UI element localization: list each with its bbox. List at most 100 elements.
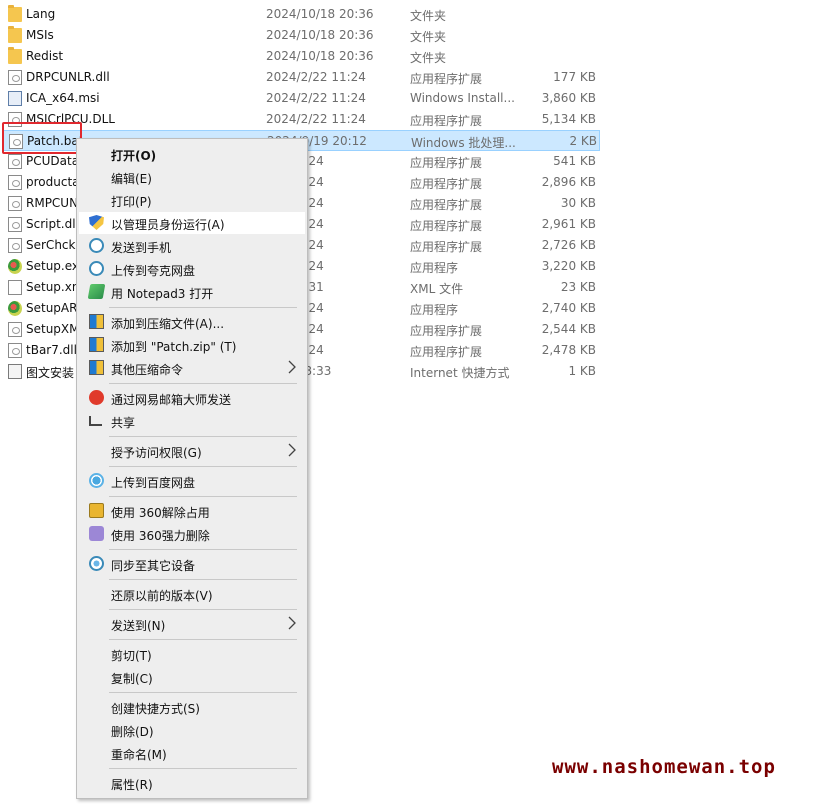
internet-shortcut-icon	[8, 364, 22, 379]
file-type: 应用程序扩展	[410, 114, 483, 128]
menu-send-to-phone[interactable]: 发送到手机	[79, 235, 305, 257]
file-size: 23 KB	[560, 280, 596, 294]
file-row-redist[interactable]: Redist 2024/10/18 20:36 文件夹	[3, 46, 600, 67]
file-name: SerChck	[26, 238, 76, 252]
menu-send-netease-mail[interactable]: 通过网易邮箱大师发送	[79, 387, 305, 409]
menu-upload-quark[interactable]: 上传到夸克网盘	[79, 258, 305, 280]
menu-add-to-archive[interactable]: 添加到压缩文件(A)...	[79, 311, 305, 333]
menu-properties[interactable]: 属性(R)	[79, 772, 305, 794]
dll-file-icon	[8, 154, 22, 169]
menu-label: 发送到手机	[111, 241, 172, 255]
file-row-lang[interactable]: Lang 2024/10/18 20:36 文件夹	[3, 4, 600, 25]
file-type: 应用程序	[410, 261, 459, 275]
menu-unlock-360[interactable]: 使用 360解除占用	[79, 500, 305, 522]
menu-copy[interactable]: 复制(C)	[79, 666, 305, 688]
menu-add-to-zip[interactable]: 添加到 "Patch.zip" (T)	[79, 334, 305, 356]
360-unlock-icon	[89, 503, 104, 518]
menu-print[interactable]: 打印(P)	[79, 189, 305, 211]
menu-upload-baidu[interactable]: 上传到百度网盘	[79, 470, 305, 492]
menu-separator	[109, 692, 297, 693]
menu-edit[interactable]: 编辑(E)	[79, 166, 305, 188]
menu-label: 编辑(E)	[111, 172, 152, 186]
file-date: 2024/2/22 11:24	[266, 70, 366, 84]
chevron-right-icon	[288, 443, 296, 457]
menu-label: 添加到 "Patch.zip" (T)	[111, 340, 237, 354]
exe-app-icon	[8, 301, 22, 316]
menu-label: 打开(O)	[111, 149, 157, 163]
dll-file-icon	[8, 175, 22, 190]
menu-rename[interactable]: 重命名(M)	[79, 742, 305, 764]
menu-delete[interactable]: 删除(D)	[79, 719, 305, 741]
menu-label: 其他压缩命令	[111, 363, 184, 377]
menu-force-delete-360[interactable]: 使用 360强力删除	[79, 523, 305, 545]
menu-label: 重命名(M)	[111, 748, 167, 762]
exe-app-icon	[8, 259, 22, 274]
msi-installer-icon	[8, 91, 22, 106]
sync-cloud-icon	[89, 556, 104, 571]
cloud-icon	[89, 238, 104, 253]
file-type: 文件夹	[410, 9, 447, 23]
dll-file-icon	[8, 238, 22, 253]
menu-label: 同步至其它设备	[111, 559, 196, 573]
menu-cut[interactable]: 剪切(T)	[79, 643, 305, 665]
file-type: 应用程序扩展	[410, 345, 483, 359]
file-size: 2,896 KB	[541, 175, 596, 189]
menu-label: 打印(P)	[111, 195, 152, 209]
menu-sync-devices[interactable]: 同步至其它设备	[79, 553, 305, 575]
winrar-icon	[89, 337, 104, 352]
menu-separator	[109, 579, 297, 580]
file-row-msicrlpcu[interactable]: MSICrlPCU.DLL 2024/2/22 11:24 应用程序扩展 5,1…	[3, 109, 600, 130]
menu-separator	[109, 549, 297, 550]
file-name: DRPCUNLR.dll	[26, 70, 110, 84]
360-shredder-icon	[89, 526, 104, 541]
file-type: 应用程序	[410, 303, 459, 317]
file-name: Lang	[26, 7, 56, 21]
menu-separator	[109, 383, 297, 384]
share-icon	[89, 416, 102, 426]
file-type: Windows 批处理...	[411, 136, 516, 150]
menu-label: 属性(R)	[111, 778, 153, 792]
menu-label: 添加到压缩文件(A)...	[111, 317, 225, 331]
menu-send-to[interactable]: 发送到(N)	[79, 613, 305, 635]
file-type: XML 文件	[410, 282, 464, 296]
menu-label: 创建快捷方式(S)	[111, 702, 200, 716]
file-name: producta	[26, 175, 80, 189]
menu-share[interactable]: 共享	[79, 410, 305, 432]
dll-file-icon	[8, 322, 22, 337]
winrar-icon	[89, 314, 104, 329]
menu-create-shortcut[interactable]: 创建快捷方式(S)	[79, 696, 305, 718]
notepad3-icon	[87, 284, 106, 299]
uac-shield-icon	[89, 215, 104, 230]
dll-file-icon	[8, 70, 22, 85]
menu-label: 用 Notepad3 打开	[111, 287, 214, 301]
file-size: 5,134 KB	[541, 112, 596, 126]
menu-other-compress[interactable]: 其他压缩命令	[79, 357, 305, 379]
file-size: 177 KB	[553, 70, 596, 84]
menu-open[interactable]: 打开(O)	[79, 143, 305, 165]
menu-label: 删除(D)	[111, 725, 154, 739]
file-name: PCUData	[26, 154, 80, 168]
file-row-drpcunlr[interactable]: DRPCUNLR.dll 2024/2/22 11:24 应用程序扩展 177 …	[3, 67, 600, 88]
menu-open-notepad3[interactable]: 用 Notepad3 打开	[79, 281, 305, 303]
file-name: SetupXM	[26, 322, 80, 336]
file-name: Script.dll	[26, 217, 79, 231]
menu-label: 授予访问权限(G)	[111, 446, 202, 460]
file-type: 应用程序扩展	[410, 156, 483, 170]
file-size: 2,726 KB	[541, 238, 596, 252]
folder-icon	[8, 47, 22, 64]
menu-restore-versions[interactable]: 还原以前的版本(V)	[79, 583, 305, 605]
menu-run-as-admin[interactable]: 以管理员身份运行(A)	[79, 212, 305, 234]
file-name: Setup.ex	[26, 259, 80, 273]
file-name: SetupAR	[26, 301, 78, 315]
file-size: 3,860 KB	[541, 91, 596, 105]
dll-file-icon	[8, 343, 22, 358]
menu-label: 剪切(T)	[111, 649, 152, 663]
menu-grant-access[interactable]: 授予访问权限(G)	[79, 440, 305, 462]
quark-cloud-icon	[89, 261, 104, 276]
file-name: Redist	[26, 49, 64, 63]
file-row-ica-x64[interactable]: ICA_x64.msi 2024/2/22 11:24 Windows Inst…	[3, 88, 600, 109]
file-date: 2024/2/22 11:24	[266, 112, 366, 126]
netease-mail-icon	[89, 390, 104, 405]
file-type: Windows Install...	[410, 91, 515, 105]
file-row-msis[interactable]: MSIs 2024/10/18 20:36 文件夹	[3, 25, 600, 46]
